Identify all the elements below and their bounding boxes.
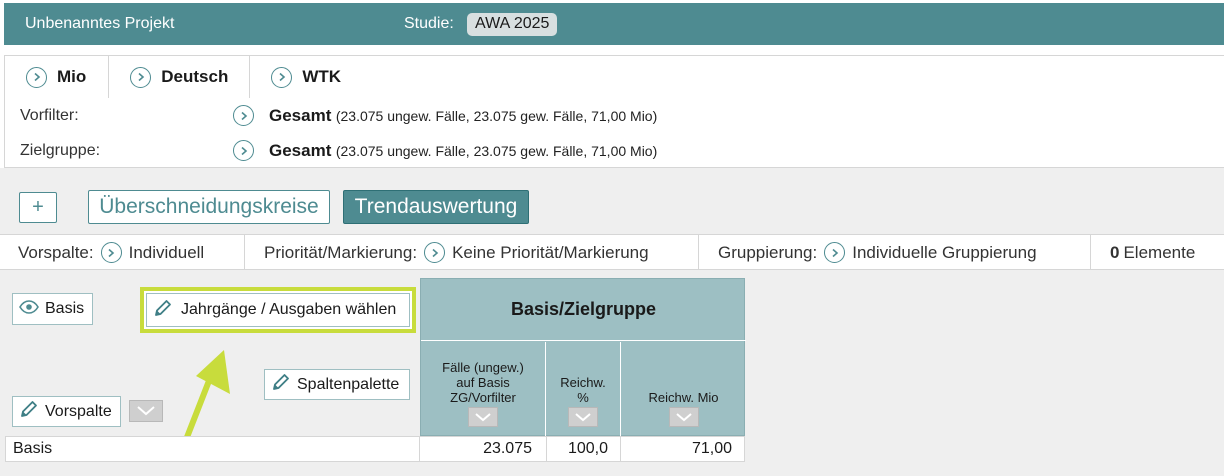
column-dropdown[interactable] — [568, 407, 598, 427]
pencil-icon — [153, 298, 173, 323]
overlap-circles-button[interactable]: Überschneidungskreise — [88, 190, 330, 224]
vorfilter-value[interactable]: Gesamt (23.075 ungew. Fälle, 23.075 gew.… — [269, 106, 657, 126]
tab-label: Deutsch — [161, 67, 229, 86]
chevron-circle-icon — [271, 66, 293, 88]
priority-option[interactable]: Priorität/Markierung: Keine Priorität/Ma… — [264, 235, 649, 270]
chevron-down-icon — [137, 406, 155, 416]
elements-count: 0 Elemente — [1110, 235, 1195, 270]
basis-button-label: Basis — [45, 300, 85, 317]
tab-label: Mio — [57, 67, 87, 86]
tab-wtk[interactable]: WTK — [250, 56, 363, 98]
vorspalte-button-label: Vorspalte — [45, 402, 112, 420]
vorfilter-row: Vorfilter: Gesamt (23.075 ungew. Fälle, … — [20, 104, 1220, 128]
chevron-circle-icon — [100, 242, 122, 263]
chevron-circle-icon[interactable] — [233, 140, 254, 161]
cell-reach-percent: 100,0 — [567, 440, 608, 457]
vorfilter-value-name: Gesamt — [269, 106, 332, 125]
column-header-line: auf Basis — [456, 375, 510, 390]
chevron-circle-icon — [26, 66, 47, 88]
column-header-line: Fälle (ungew.) — [442, 360, 524, 375]
chevron-down-icon — [575, 412, 591, 421]
pencil-icon — [271, 372, 291, 397]
row-label[interactable]: Basis — [13, 437, 52, 461]
add-button[interactable]: + — [19, 192, 57, 223]
column-palette-label: Spaltenpalette — [297, 375, 400, 393]
study-value-badge[interactable]: AWA 2025 — [467, 13, 558, 36]
choose-years-editions-label: Jahrgänge / Ausgaben wählen — [181, 301, 397, 318]
options-bar: Vorspalte: Individuell Priorität/Markier… — [0, 234, 1224, 270]
chevron-down-icon — [475, 412, 491, 421]
grouping-option[interactable]: Gruppierung: Individuelle Gruppierung — [718, 235, 1037, 270]
column-dropdown[interactable] — [668, 407, 699, 427]
column-header-line: Reichw. Mio — [648, 390, 719, 405]
divider — [698, 235, 699, 270]
cell-reach-mio: 71,00 — [691, 440, 732, 457]
tab-mio[interactable]: Mio — [5, 56, 110, 98]
chevron-circle-icon — [424, 242, 446, 263]
column-header-group: Basis/Zielgruppe Fälle (ungew.) auf Basi… — [420, 278, 746, 436]
grouping-option-value: Individuelle Gruppierung — [852, 242, 1037, 262]
vorspalte-option[interactable]: Vorspalte: Individuell — [18, 235, 204, 270]
settings-panel: Mio Deutsch WTK Vorfilter: Gesamt (23.07… — [4, 55, 1224, 168]
divider — [244, 235, 245, 270]
project-title[interactable]: Unbenanntes Projekt — [25, 15, 174, 33]
column-header-reach-percent[interactable]: Reichw. % — [546, 342, 621, 436]
vorfilter-label: Vorfilter: — [20, 107, 79, 124]
chevron-down-icon — [675, 412, 692, 421]
column-header-cases[interactable]: Fälle (ungew.) auf Basis ZG/Vorfilter — [421, 342, 546, 436]
elements-count-label: Elemente — [1123, 242, 1196, 262]
tab-bar: Mio Deutsch WTK — [5, 56, 363, 98]
column-palette-button[interactable]: Spaltenpalette — [264, 369, 410, 400]
cell-cases: 23.075 — [483, 440, 532, 457]
vorfilter-description: (23.075 ungew. Fälle, 23.075 gew. Fälle,… — [335, 108, 658, 124]
elements-count-number: 0 — [1110, 242, 1120, 262]
column-header-reach-mio[interactable]: Reichw. Mio — [621, 342, 746, 436]
priority-option-value: Keine Priorität/Markierung — [452, 242, 649, 262]
choose-years-editions-button[interactable]: Jahrgänge / Ausgaben wählen — [146, 293, 410, 327]
basis-button[interactable]: Basis — [12, 293, 93, 325]
table-row: Basis 23.075 100,0 71,00 — [5, 436, 745, 462]
chevron-circle-icon — [130, 66, 152, 88]
column-dropdown[interactable] — [468, 407, 498, 427]
zielgruppe-row: Zielgruppe: Gesamt (23.075 ungew. Fälle,… — [20, 139, 1220, 163]
priority-option-label: Priorität/Markierung: — [264, 242, 418, 262]
divider — [1090, 235, 1091, 270]
zielgruppe-value[interactable]: Gesamt (23.075 ungew. Fälle, 23.075 gew.… — [269, 141, 657, 161]
study-label: Studie: — [404, 15, 454, 32]
trend-analysis-button[interactable]: Trendauswertung — [343, 190, 529, 224]
tab-deutsch[interactable]: Deutsch — [109, 56, 251, 98]
column-header-line: % — [577, 390, 589, 405]
zielgruppe-value-name: Gesamt — [269, 141, 332, 160]
vorspalte-button[interactable]: Vorspalte — [12, 396, 121, 427]
zielgruppe-label: Zielgruppe: — [20, 142, 101, 159]
top-bar: Unbenanntes Projekt Studie: AWA 2025 — [4, 3, 1224, 45]
eye-icon — [19, 299, 39, 319]
chevron-circle-icon[interactable] — [233, 105, 254, 126]
column-group-title: Basis/Zielgruppe — [421, 279, 746, 341]
vorspalte-option-label: Vorspalte: — [18, 242, 94, 262]
column-header-line: Reichw. — [560, 375, 606, 390]
grouping-option-label: Gruppierung: — [718, 242, 818, 262]
vorspalte-option-value: Individuell — [128, 242, 205, 262]
tab-label: WTK — [302, 67, 342, 86]
vorspalte-dropdown[interactable] — [129, 400, 163, 422]
pencil-icon — [19, 399, 39, 424]
column-header-line: ZG/Vorfilter — [450, 390, 516, 405]
chevron-circle-icon — [824, 242, 846, 263]
zielgruppe-description: (23.075 ungew. Fälle, 23.075 gew. Fälle,… — [335, 143, 658, 159]
